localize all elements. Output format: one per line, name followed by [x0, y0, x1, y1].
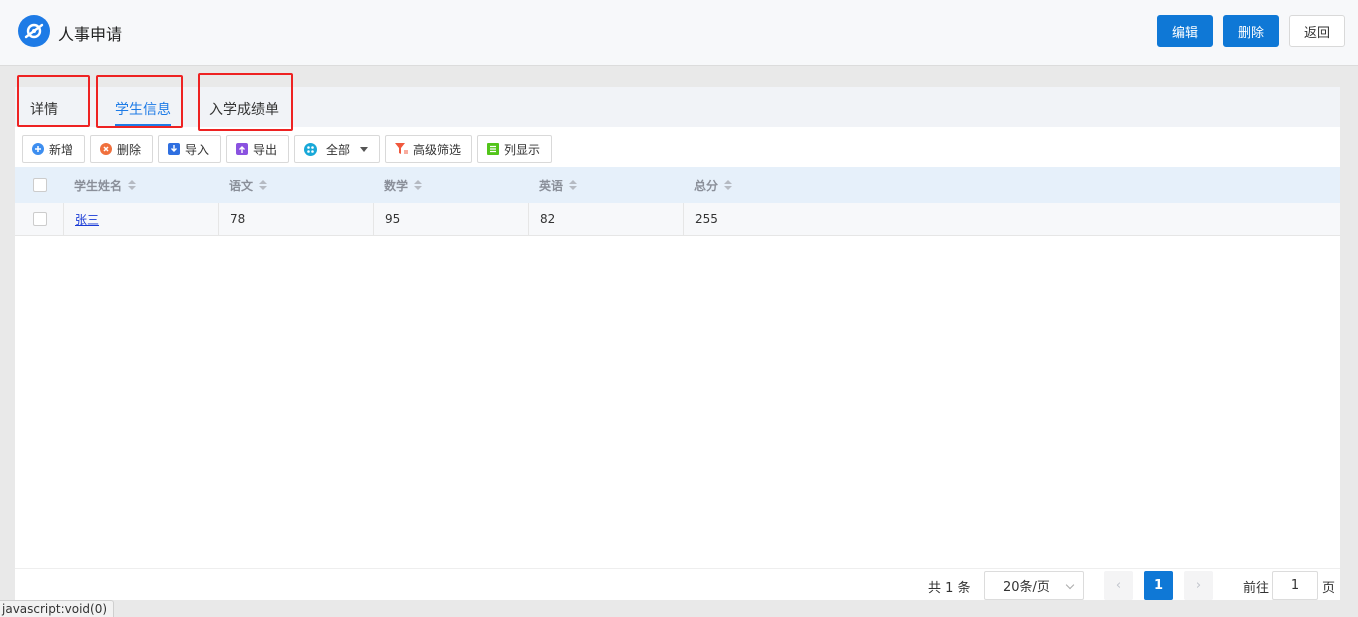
- advanced-filter-button[interactable]: 高级筛选: [385, 135, 472, 163]
- goto-label: 前往: [1243, 581, 1270, 596]
- export-label: 导出: [253, 142, 278, 157]
- delete-button[interactable]: 删除: [1223, 15, 1279, 47]
- column-header-chinese[interactable]: 语文: [229, 167, 268, 203]
- remove-circle-icon: [100, 143, 112, 155]
- table-row: 张三 78 95 82 255: [15, 203, 1340, 236]
- scope-dropdown[interactable]: 全部: [294, 135, 380, 163]
- app-logo-icon: [18, 15, 50, 47]
- back-button[interactable]: 返回: [1289, 15, 1345, 47]
- edit-button[interactable]: 编辑: [1157, 15, 1213, 47]
- plus-circle-icon: [32, 143, 44, 155]
- import-button[interactable]: 导入: [158, 135, 221, 163]
- column-display-label: 列显示: [504, 142, 541, 157]
- cell-math: 95: [373, 203, 528, 235]
- highlight-box-student-info: [96, 75, 183, 128]
- export-icon: [236, 143, 248, 155]
- page-number-current[interactable]: 1: [1144, 571, 1173, 600]
- delete-rows-label: 删除: [117, 142, 142, 157]
- import-icon: [168, 143, 180, 155]
- page-title: 人事申请: [58, 25, 123, 44]
- highlight-box-transcript: [198, 73, 293, 131]
- select-all-checkbox[interactable]: [33, 167, 47, 203]
- table-header: 学生姓名 语文 数学 英语 总分: [15, 167, 1340, 203]
- highlight-box-details: [17, 75, 90, 127]
- caret-down-icon: [360, 147, 368, 152]
- chevron-down-icon: [1065, 580, 1075, 590]
- list-icon: [487, 143, 499, 155]
- page-size-select[interactable]: 20条/页: [984, 571, 1084, 600]
- add-button[interactable]: 新增: [22, 135, 85, 163]
- delete-rows-button[interactable]: 删除: [90, 135, 153, 163]
- import-label: 导入: [185, 142, 210, 157]
- filter-icon: [395, 143, 408, 155]
- column-header-total[interactable]: 总分: [694, 167, 733, 203]
- cell-total: 255: [683, 203, 838, 235]
- column-header-name[interactable]: 学生姓名: [74, 167, 137, 203]
- export-button[interactable]: 导出: [226, 135, 289, 163]
- advanced-filter-label: 高级筛选: [413, 142, 462, 157]
- student-name-link[interactable]: 张三: [75, 211, 99, 228]
- goto-page-input[interactable]: 1: [1272, 571, 1318, 600]
- sort-icon[interactable]: [259, 180, 268, 190]
- grid-circle-icon: [304, 142, 317, 156]
- row-checkbox[interactable]: [33, 203, 47, 235]
- cell-name: 张三: [63, 203, 218, 235]
- scope-label: 全部: [326, 142, 351, 157]
- main-card: 详情 学生信息 入学成绩单 新增 删除 导入 导出 全部 高级筛选 列显示 学生…: [15, 73, 1340, 600]
- column-display-button[interactable]: 列显示: [477, 135, 552, 163]
- pagination-total: 共 1 条: [928, 581, 971, 596]
- add-button-label: 新增: [49, 142, 74, 157]
- app-header: 人事申请 编辑 删除 返回: [0, 0, 1358, 66]
- sort-icon[interactable]: [414, 180, 423, 190]
- sort-icon[interactable]: [724, 180, 733, 190]
- prev-page-button[interactable]: ‹: [1104, 571, 1133, 600]
- sort-icon[interactable]: [569, 180, 578, 190]
- cell-chinese: 78: [218, 203, 373, 235]
- column-header-math[interactable]: 数学: [384, 167, 423, 203]
- chevron-left-icon: ‹: [1115, 578, 1122, 593]
- cell-english: 82: [528, 203, 683, 235]
- goto-suffix: 页: [1322, 581, 1336, 596]
- column-header-english[interactable]: 英语: [539, 167, 578, 203]
- browser-status-bar: javascript:void(0): [0, 600, 115, 617]
- sort-icon[interactable]: [128, 180, 137, 190]
- next-page-button[interactable]: ›: [1184, 571, 1213, 600]
- chevron-right-icon: ›: [1195, 578, 1202, 593]
- pagination-divider: [15, 568, 1340, 569]
